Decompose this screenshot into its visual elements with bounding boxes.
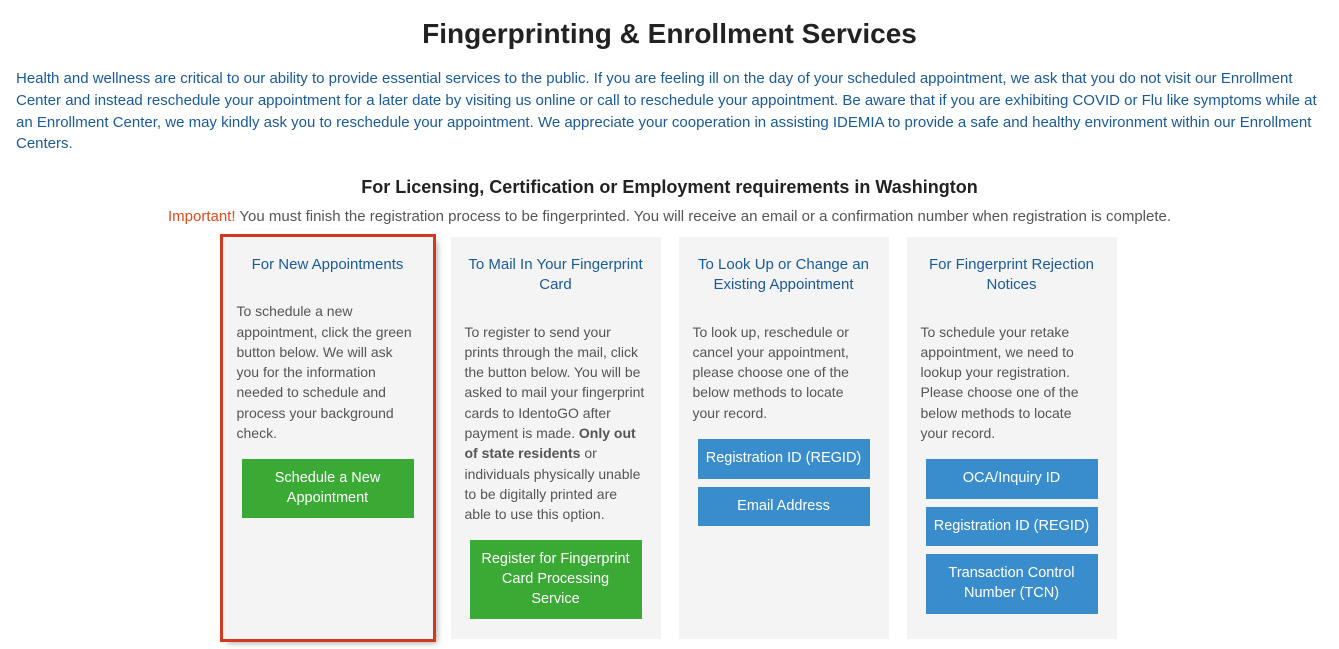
- register-fingerprint-card-button[interactable]: Register for Fingerprint Card Processing…: [470, 540, 642, 619]
- card-mail-in: To Mail In Your Fingerprint Card To regi…: [451, 237, 661, 639]
- page-title: Fingerprinting & Enrollment Services: [16, 18, 1323, 50]
- card-text-new: To schedule a new appointment, click the…: [237, 301, 419, 443]
- card-title-rejection: For Fingerprint Rejection Notices: [921, 255, 1103, 296]
- card-text-mail-before: To register to send your prints through …: [465, 324, 645, 441]
- important-label: Important!: [168, 208, 236, 225]
- subheading: For Licensing, Certification or Employme…: [16, 177, 1323, 198]
- card-new-appointment: For New Appointments To schedule a new a…: [223, 237, 433, 639]
- card-rejection-notices: For Fingerprint Rejection Notices To sch…: [907, 237, 1117, 639]
- schedule-new-appointment-button[interactable]: Schedule a New Appointment: [242, 459, 414, 518]
- card-title-new: For New Appointments: [252, 255, 404, 275]
- rejection-regid-button[interactable]: Registration ID (REGID): [926, 507, 1098, 547]
- rejection-oca-button[interactable]: OCA/Inquiry ID: [926, 459, 1098, 499]
- important-line: Important! You must finish the registrat…: [16, 208, 1323, 225]
- health-notice: Health and wellness are critical to our …: [16, 68, 1323, 155]
- cards-row: For New Appointments To schedule a new a…: [16, 237, 1323, 639]
- card-text-lookup: To look up, reschedule or cancel your ap…: [693, 322, 875, 423]
- card-title-mail: To Mail In Your Fingerprint Card: [465, 255, 647, 296]
- card-text-mail: To register to send your prints through …: [465, 322, 647, 525]
- rejection-tcn-button[interactable]: Transaction Control Number (TCN): [926, 554, 1098, 613]
- card-text-rejection: To schedule your retake appointment, we …: [921, 322, 1103, 444]
- lookup-regid-button[interactable]: Registration ID (REGID): [698, 439, 870, 479]
- important-text: You must finish the registration process…: [236, 208, 1172, 225]
- card-title-lookup: To Look Up or Change an Existing Appoint…: [693, 255, 875, 296]
- card-lookup-change: To Look Up or Change an Existing Appoint…: [679, 237, 889, 639]
- lookup-email-button[interactable]: Email Address: [698, 487, 870, 527]
